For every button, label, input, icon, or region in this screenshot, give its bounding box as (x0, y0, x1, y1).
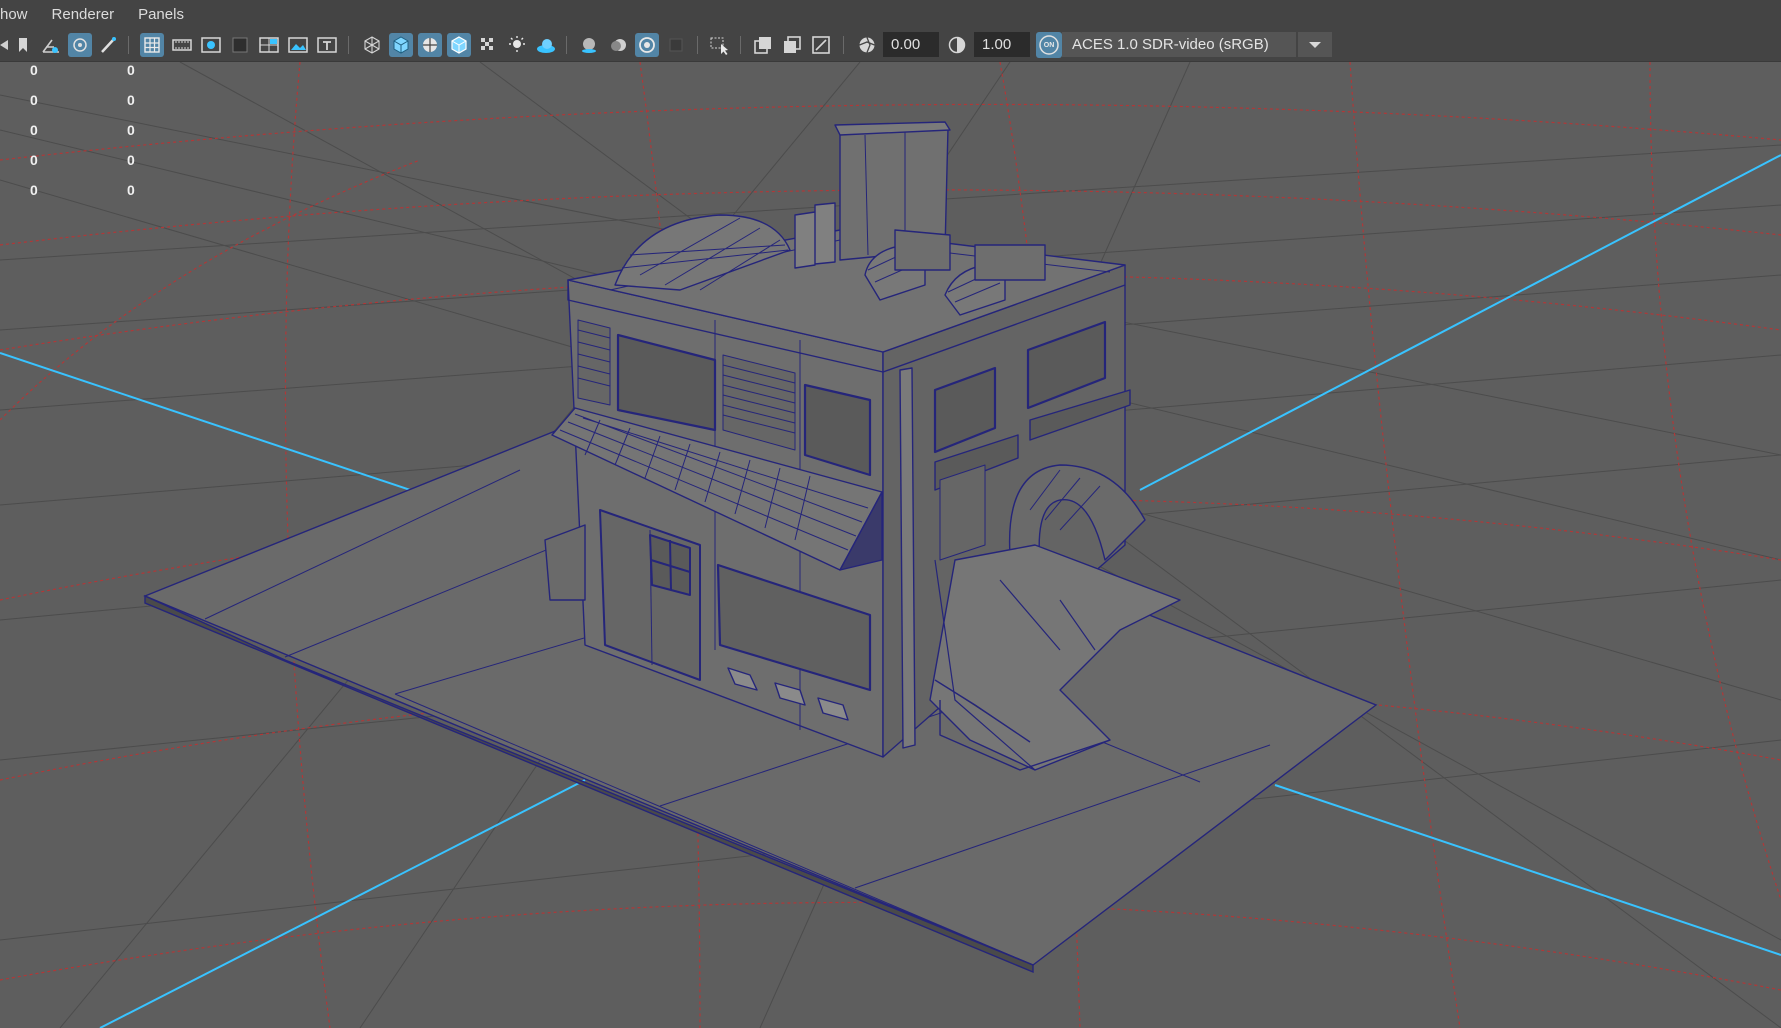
smooth-shade-icon[interactable] (389, 33, 413, 57)
chevron-down-icon[interactable] (1298, 32, 1332, 57)
field-chart-icon[interactable] (257, 33, 281, 57)
menu-show[interactable]: how (0, 6, 40, 23)
panel-toolbar: 0.00 1.00 ON ACES 1.0 SDR-video (sRGB) (0, 29, 1781, 62)
film-gate-icon[interactable] (170, 33, 194, 57)
color-management-badge: ON (1043, 41, 1055, 49)
heads-up-display: 0 0 0 0 0 0 0 0 0 0 (30, 62, 135, 198)
grid-icon[interactable] (140, 33, 164, 57)
gamma-field[interactable]: 1.00 (974, 32, 1030, 57)
depth-of-field-icon[interactable] (664, 33, 688, 57)
xray-joints-icon[interactable] (780, 33, 804, 57)
color-space-select[interactable]: ACES 1.0 SDR-video (sRGB) (1062, 32, 1296, 57)
safe-title-icon[interactable] (315, 33, 339, 57)
menu-renderer[interactable]: Renderer (40, 6, 127, 23)
xray-icon[interactable] (751, 33, 775, 57)
gate-mask-icon[interactable] (228, 33, 252, 57)
screen-space-ao-icon[interactable] (577, 33, 601, 57)
gamma-icon[interactable] (945, 33, 969, 57)
textured-icon[interactable] (447, 33, 471, 57)
camera-attributes-icon[interactable] (39, 33, 63, 57)
wireframe-on-shaded-icon[interactable] (418, 33, 442, 57)
use-all-lights-icon[interactable] (505, 33, 529, 57)
menu-panels[interactable]: Panels (126, 6, 196, 23)
wireframe-icon[interactable] (360, 33, 384, 57)
menu-bar: how Renderer Panels (0, 0, 1781, 29)
exposure-field[interactable]: 0.00 (883, 32, 939, 57)
snapshot-icon[interactable] (68, 33, 92, 57)
viewport-3d[interactable] (0, 62, 1781, 1028)
multisample-aa-icon[interactable] (635, 33, 659, 57)
resolution-gate-icon[interactable] (199, 33, 223, 57)
shadows-icon[interactable] (534, 33, 558, 57)
color-management-toggle[interactable]: ON (1036, 32, 1062, 58)
safe-action-icon[interactable] (286, 33, 310, 57)
xray-components-icon[interactable] (809, 33, 833, 57)
bookmark-icon[interactable] (11, 33, 35, 57)
default-material-icon[interactable] (476, 33, 500, 57)
paint-icon[interactable] (96, 33, 120, 57)
motion-blur-icon[interactable] (606, 33, 630, 57)
isolate-select-icon[interactable] (708, 33, 732, 57)
exposure-icon[interactable] (855, 33, 879, 57)
